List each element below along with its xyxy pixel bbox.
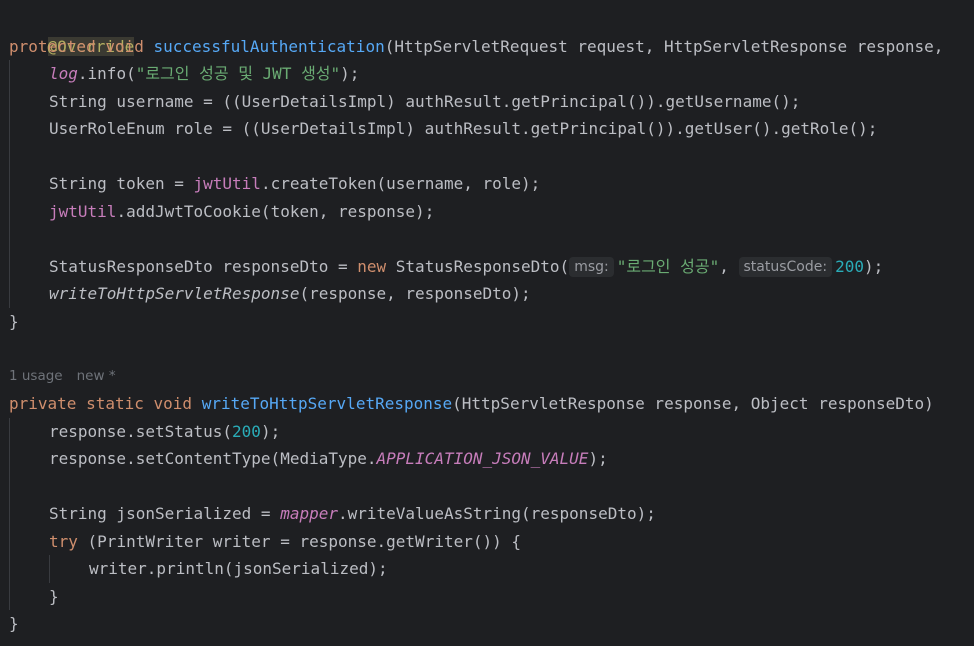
code-text: response.setStatus(: [49, 421, 233, 441]
indent-guide: [9, 280, 10, 308]
string-literal: "로그인 성공 및 JWT 생성": [135, 64, 341, 83]
indent-guide: [9, 252, 10, 280]
indent-guide: [9, 472, 10, 500]
indent-guide: [49, 555, 50, 583]
code-text: );: [340, 64, 360, 83]
code-text: );: [260, 421, 281, 441]
indent-guide: [9, 582, 10, 610]
method-call-write-to-http-servlet-response[interactable]: writeToHttpServletResponse: [49, 284, 299, 303]
code-line[interactable]: response.setStatus(200);: [0, 417, 974, 445]
code-text: writer.println(jsonSerialized);: [89, 559, 388, 578]
keyword: try: [49, 531, 78, 551]
keyword: void: [153, 394, 193, 413]
indent-guide: [9, 500, 10, 528]
code-text: String token =: [49, 174, 194, 193]
code-line-blank[interactable]: [0, 142, 974, 170]
code-text: String jsonSerialized =: [49, 504, 281, 523]
code-text: ,: [719, 256, 739, 276]
code-line[interactable]: UserRoleEnum role = ((UserDetailsImpl) a…: [0, 115, 974, 143]
method-declaration-successful-authentication[interactable]: successfulAuthentication: [154, 37, 385, 56]
method-declaration-write-to-http-servlet-response[interactable]: writeToHttpServletResponse: [202, 394, 452, 413]
string-literal: "로그인 성공": [616, 256, 720, 276]
code-line-blank[interactable]: [0, 225, 974, 253]
code-line[interactable]: log.info("로그인 성공 및 JWT 생성");: [0, 60, 974, 88]
indent-guide: [9, 87, 10, 115]
code-line[interactable]: writeToHttpServletResponse(response, res…: [0, 280, 974, 308]
field-jwt-util[interactable]: jwtUtil: [49, 202, 116, 221]
code-line[interactable]: response.setContentType(MediaType.APPLIC…: [0, 445, 974, 473]
closing-brace: }: [9, 311, 19, 331]
keyword: static: [86, 394, 144, 413]
code-line[interactable]: }: [0, 582, 974, 610]
code-text: .createToken(username, role);: [260, 174, 541, 193]
closing-brace: }: [49, 586, 59, 606]
code-line[interactable]: protected void successfulAuthentication(…: [0, 33, 974, 61]
keyword: protected: [9, 36, 96, 56]
code-text: (response, responseDto);: [299, 284, 531, 303]
code-text: UserRoleEnum role = ((UserDetailsImpl) a…: [49, 119, 878, 138]
constant-application-json-value[interactable]: APPLICATION_JSON_VALUE: [377, 449, 589, 468]
code-text: );: [588, 449, 608, 468]
indent-guide: [9, 417, 10, 445]
code-text: StatusResponseDto responseDto =: [49, 256, 358, 276]
number-literal: 200: [232, 421, 261, 441]
code-line[interactable]: }: [0, 308, 974, 336]
indent-guide: [9, 170, 10, 198]
code-lens: 1 usage new *: [0, 363, 974, 391]
method-parameters: (HttpServletResponse response, Object re…: [452, 394, 934, 413]
indent-guide: [9, 60, 10, 88]
field-log[interactable]: log: [49, 64, 78, 83]
code-text: (PrintWriter writer = response.getWriter…: [77, 531, 522, 551]
code-line[interactable]: jwtUtil.addJwtToCookie(token, response);: [0, 197, 974, 225]
usages-link[interactable]: 1 usage: [9, 368, 63, 384]
parameter-hint-status-code: statusCode:: [738, 256, 833, 277]
code-editor[interactable]: @Override protected void successfulAuthe…: [0, 5, 974, 646]
parameter-hint-msg: msg:: [569, 256, 614, 277]
code-line[interactable]: String jsonSerialized = mapper.writeValu…: [0, 500, 974, 528]
indent-guide: [9, 445, 10, 473]
code-line[interactable]: }: [0, 610, 974, 638]
code-text: .writeValueAsString(responseDto);: [337, 504, 656, 523]
keyword: new: [357, 256, 387, 276]
code-line-blank[interactable]: [0, 335, 974, 363]
code-text: );: [863, 256, 884, 276]
code-line[interactable]: String token = jwtUtil.createToken(usern…: [0, 170, 974, 198]
code-text: .info(: [77, 64, 136, 83]
indent-guide: [9, 115, 10, 143]
number-literal: 200: [835, 256, 864, 276]
method-parameters: (HttpServletRequest request, HttpServlet…: [384, 36, 944, 56]
code-text: .addJwtToCookie(token, response);: [116, 201, 435, 221]
code-text: response.setContentType(MediaType.: [49, 449, 377, 468]
code-text: StatusResponseDto(: [386, 256, 570, 276]
code-line[interactable]: StatusResponseDto responseDto = new Stat…: [0, 252, 974, 280]
author-hint[interactable]: new *: [77, 368, 116, 384]
code-line[interactable]: try (PrintWriter writer = response.getWr…: [0, 527, 974, 555]
field-jwt-util[interactable]: jwtUtil: [194, 174, 261, 193]
code-line-blank[interactable]: [0, 472, 974, 500]
code-line[interactable]: String username = ((UserDetailsImpl) aut…: [0, 87, 974, 115]
code-line[interactable]: private static void writeToHttpServletRe…: [0, 390, 974, 418]
indent-guide: [9, 142, 10, 170]
indent-guide: [9, 225, 10, 253]
code-text: String username = ((UserDetailsImpl) aut…: [49, 91, 801, 111]
indent-guide: [9, 527, 10, 555]
keyword: private: [9, 394, 77, 413]
indent-guide: [9, 555, 10, 583]
closing-brace: }: [9, 614, 19, 633]
code-line[interactable]: @Override: [0, 5, 974, 56]
keyword: void: [105, 36, 144, 56]
code-line[interactable]: writer.println(jsonSerialized);: [0, 555, 974, 583]
field-mapper[interactable]: mapper: [280, 504, 338, 523]
indent-guide: [9, 197, 10, 225]
